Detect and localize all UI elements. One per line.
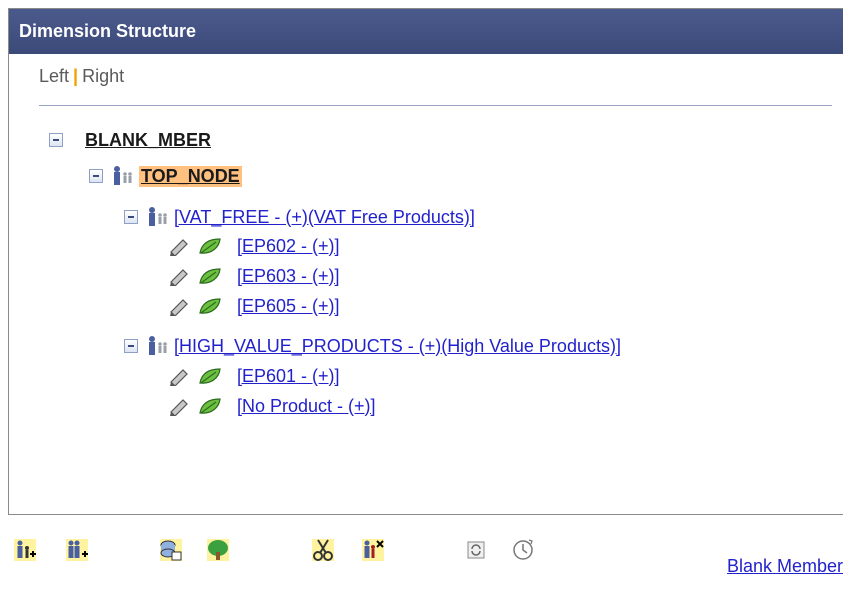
insert-detail-icon[interactable] [158, 537, 184, 563]
right-link[interactable]: Right [82, 66, 124, 86]
collapse-toggle[interactable] [124, 210, 138, 224]
pencil-icon [170, 369, 188, 386]
tree-leaf-row: [EP605 - (+)] [167, 292, 340, 320]
group-node-link[interactable]: [HIGH_VALUE_PRODUCTS - (+)(High Value Pr… [174, 336, 621, 357]
root-node-link[interactable]: BLANK_MBER [85, 130, 211, 151]
leaf-node-link[interactable]: [EP605 - (+)] [237, 296, 340, 317]
node-people-icon [114, 166, 132, 185]
leaf-icon [199, 238, 221, 254]
tree-leaf-row: [No Product - (+)] [167, 392, 376, 420]
collapse-toggle[interactable] [89, 169, 103, 183]
node-people-icon [149, 336, 167, 355]
leaf-icon [199, 268, 221, 284]
effective-date-icon[interactable] [510, 537, 536, 563]
pencil-icon [170, 399, 188, 416]
tree-leaf-row: [EP602 - (+)] [167, 232, 340, 260]
blank-member-link[interactable]: Blank Member [727, 556, 843, 577]
leaf-icon [199, 398, 221, 414]
collapse-toggle[interactable] [49, 133, 63, 147]
cut-icon[interactable] [310, 537, 336, 563]
delete-node-icon[interactable] [360, 537, 386, 563]
pencil-icon [170, 239, 188, 256]
tree-group-row: [VAT_FREE - (+)(VAT Free Products)] [124, 203, 475, 231]
insert-sibling-icon[interactable] [64, 537, 90, 563]
leaf-node-link[interactable]: [EP601 - (+)] [237, 366, 340, 387]
tree-leaf-row: [EP601 - (+)] [167, 362, 340, 390]
leaf-icon [199, 368, 221, 384]
tree-icon[interactable] [205, 537, 231, 563]
nav-separator: | [73, 66, 79, 86]
leaf-node-link[interactable]: [EP602 - (+)] [237, 236, 340, 257]
leaf-node-link[interactable]: [EP603 - (+)] [237, 266, 340, 287]
left-right-nav: Left | Right [39, 66, 124, 87]
tree-root-row: BLANK_MBER [49, 126, 211, 154]
leaf-icon [199, 298, 221, 314]
tree-leaf-row: [EP603 - (+)] [167, 262, 340, 290]
divider [39, 105, 832, 106]
tree-group-row: [HIGH_VALUE_PRODUCTS - (+)(High Value Pr… [124, 332, 621, 360]
left-link[interactable]: Left [39, 66, 69, 86]
node-people-icon [149, 207, 167, 226]
pencil-icon [170, 299, 188, 316]
leaf-node-link[interactable]: [No Product - (+)] [237, 396, 376, 417]
group-node-link[interactable]: [VAT_FREE - (+)(VAT Free Products)] [174, 207, 475, 228]
refresh-icon[interactable] [463, 537, 489, 563]
dimension-structure-panel: Dimension Structure Left | Right BLANK_MBE… [8, 8, 843, 515]
pencil-icon [170, 269, 188, 286]
insert-child-icon[interactable] [12, 537, 38, 563]
top-node-link[interactable]: TOP_NODE [139, 165, 242, 187]
top-node-row: TOP_NODE [89, 162, 242, 190]
collapse-toggle[interactable] [124, 339, 138, 353]
panel-title: Dimension Structure [9, 9, 843, 54]
